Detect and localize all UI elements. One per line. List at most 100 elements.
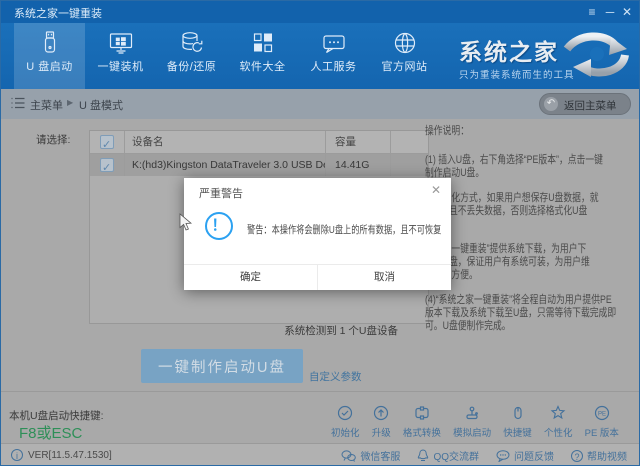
hotkey-mouse-icon bbox=[510, 405, 526, 421]
tool-label: 初始化 bbox=[331, 425, 360, 439]
back-button-label: 返回主菜单 bbox=[564, 98, 617, 113]
link-label: 问题反馈 bbox=[514, 448, 554, 463]
link-label: 微信客服 bbox=[360, 448, 400, 463]
tab-label: 一键装机 bbox=[85, 58, 156, 74]
instruction-line: 制作启动U盘。 bbox=[425, 167, 640, 180]
format-convert-icon bbox=[414, 405, 430, 421]
link-label: 帮助视频 bbox=[587, 448, 627, 463]
tool-simulate-boot[interactable]: 模拟启动 bbox=[453, 405, 491, 439]
wechat-icon bbox=[341, 450, 356, 462]
select-all-checkbox[interactable] bbox=[100, 135, 114, 149]
wechat-support-link[interactable]: 微信客服 bbox=[341, 448, 400, 463]
main-nav: U 盘启动 一键装机 备份/还原 bbox=[1, 23, 639, 89]
help-icon: ? bbox=[571, 450, 583, 462]
tool-format-convert[interactable]: 格式转换 bbox=[403, 405, 441, 439]
select-label: 请选择: bbox=[36, 132, 70, 147]
boot-shortcut-keys: F8或ESC bbox=[19, 422, 82, 443]
instruction-line: 装带来方便。 bbox=[425, 269, 640, 282]
return-main-menu-button[interactable]: ↶ 返回主菜单 bbox=[539, 93, 631, 115]
instruction-paragraph: (1) 插入U盘，右下角选择“PE版本”，点击一键制作启动U盘。 bbox=[425, 154, 640, 180]
instruction-line: 可。U盘便制作完成。 bbox=[425, 320, 640, 333]
instruction-line: 据。 bbox=[425, 218, 640, 231]
device-capacity: 14.41G bbox=[325, 154, 390, 176]
column-device-name: 设备名 bbox=[124, 131, 325, 153]
boot-shortcut-label: 本机U盘启动快捷键: bbox=[9, 408, 104, 423]
tool-label: PE 版本 bbox=[585, 425, 619, 439]
device-rows: K:(hd3)Kingston DataTraveler 3.0 USB Dev… bbox=[90, 154, 428, 176]
close-icon[interactable]: ✕ bbox=[618, 1, 636, 23]
version-info: i VER[11.5.47.1530] bbox=[11, 449, 112, 461]
device-row[interactable]: K:(hd3)Kingston DataTraveler 3.0 USB Dev… bbox=[90, 154, 428, 176]
tab-label: 官方网站 bbox=[369, 58, 440, 74]
mouse-cursor bbox=[179, 213, 192, 232]
tab-one-key-install[interactable]: 一键装机 bbox=[85, 23, 156, 89]
instruction-line: (1) 插入U盘，右下角选择“PE版本”，点击一键 bbox=[425, 154, 640, 167]
breadcrumb-root[interactable]: 主菜单 bbox=[30, 97, 63, 113]
qq-group-link[interactable]: QQ交流群 bbox=[417, 448, 479, 463]
brand-swoosh-icon bbox=[561, 29, 633, 81]
custom-params-link[interactable]: 自定义参数 bbox=[309, 369, 362, 384]
tool-personalize[interactable]: 个性化 bbox=[544, 405, 573, 439]
instruction-paragraph: 统之家一键重装”提供系统下载，为用户下存至U盘，保证用户有系统可装，为用户维装带… bbox=[425, 243, 640, 282]
list-menu-icon bbox=[11, 97, 25, 109]
qq-icon bbox=[417, 449, 429, 462]
tool-upgrade[interactable]: 升级 bbox=[372, 405, 391, 439]
tool-label: 模拟启动 bbox=[453, 425, 491, 439]
cancel-button[interactable]: 取消 bbox=[318, 265, 451, 290]
content-area: 请选择: 设备名 容量 K:(hd3)Kingston DataTraveler… bbox=[1, 119, 640, 466]
instructions-paragraphs: (1) 插入U盘，右下角选择“PE版本”，点击一键制作启动U盘。择格式化方式，如… bbox=[425, 154, 640, 333]
svg-text:PE: PE bbox=[598, 411, 606, 417]
tool-hotkeys[interactable]: 快捷键 bbox=[503, 405, 532, 439]
instruction-line: 化U盘且不丢失数据，否则选择格式化U盘 bbox=[425, 205, 640, 218]
instructions-panel: 操作说明： (1) 插入U盘，右下角选择“PE版本”，点击一键制作启动U盘。择格… bbox=[425, 122, 640, 345]
tool-label: 升级 bbox=[372, 425, 391, 439]
tab-service[interactable]: 人工服务 bbox=[298, 23, 369, 89]
instruction-paragraph: 择格式化方式，如果用户想保存U盘数据，就化U盘且不丢失数据，否则选择格式化U盘据… bbox=[425, 192, 640, 231]
device-checkbox[interactable] bbox=[100, 158, 114, 172]
tool-label: 格式转换 bbox=[403, 425, 441, 439]
instruction-line: 存至U盘，保证用户有系统可装，为用户维 bbox=[425, 256, 640, 269]
help-video-link[interactable]: ? 帮助视频 bbox=[571, 448, 627, 463]
website-globe-icon bbox=[392, 30, 418, 56]
instruction-line: 择格式化方式，如果用户想保存U盘数据，就 bbox=[425, 192, 640, 205]
minimize-icon[interactable]: ─ bbox=[601, 1, 619, 23]
tab-software[interactable]: 软件大全 bbox=[227, 23, 298, 89]
app-window: 系统之家一键重装 ≡ ─ ✕ U 盘启动 一键装机 bbox=[0, 0, 640, 466]
tab-backup-restore[interactable]: 备份/还原 bbox=[156, 23, 227, 89]
instruction-paragraph: (4)“系统之家一键重装”将全程自动为用户提供PE版本下载及系统下载至U盘，只需… bbox=[425, 294, 640, 333]
breadcrumb-bar: 主菜单 ▶ U 盘模式 ↶ 返回主菜单 bbox=[1, 89, 639, 119]
tool-pe-version[interactable]: PE PE 版本 bbox=[585, 405, 619, 439]
backup-restore-icon bbox=[179, 30, 205, 56]
tool-label: 快捷键 bbox=[503, 425, 532, 439]
dialog-close-icon[interactable]: ✕ bbox=[431, 183, 441, 197]
software-grid-icon bbox=[250, 30, 276, 56]
instruction-line: 统之家一键重装”提供系统下载，为用户下 bbox=[425, 243, 640, 256]
instruction-line: 版本下载及系统下载至U盘，只需等待下载完成即 bbox=[425, 307, 640, 320]
personalize-icon bbox=[550, 405, 566, 421]
make-boot-usb-button[interactable]: 一键制作启动U盘 bbox=[141, 349, 303, 383]
menu-icon[interactable]: ≡ bbox=[583, 1, 601, 23]
brand-logo: 系统之家 bbox=[459, 33, 559, 67]
tab-label: 人工服务 bbox=[298, 58, 369, 74]
pe-version-icon: PE bbox=[594, 405, 610, 421]
divider bbox=[1, 391, 640, 392]
simulate-boot-icon bbox=[464, 405, 480, 421]
upgrade-arrow-icon bbox=[373, 405, 389, 421]
link-label: QQ交流群 bbox=[433, 448, 479, 463]
tab-label: 软件大全 bbox=[227, 58, 298, 74]
back-arrow-icon: ↶ bbox=[544, 97, 558, 111]
dialog-title: 严重警告 bbox=[199, 185, 243, 201]
service-chat-icon bbox=[321, 30, 347, 56]
install-monitor-icon bbox=[108, 30, 134, 56]
confirm-button[interactable]: 确定 bbox=[184, 265, 318, 290]
brand-tagline: 只为重装系统而生的工具 bbox=[459, 67, 575, 81]
detected-status: 系统检测到 1 个U盘设备 bbox=[284, 323, 398, 338]
feedback-link[interactable]: 问题反馈 bbox=[496, 448, 554, 463]
breadcrumb-arrow-icon: ▶ bbox=[67, 98, 73, 107]
breadcrumb-current: U 盘模式 bbox=[79, 97, 123, 113]
tool-initialize[interactable]: 初始化 bbox=[331, 405, 360, 439]
usb-drive-icon bbox=[37, 30, 63, 56]
tab-usb-boot[interactable]: U 盘启动 bbox=[14, 23, 85, 89]
tab-website[interactable]: 官方网站 bbox=[369, 23, 440, 89]
dialog-message: 警告：本操作将会删除U盘上的所有数据，且不可恢复 bbox=[247, 222, 442, 237]
